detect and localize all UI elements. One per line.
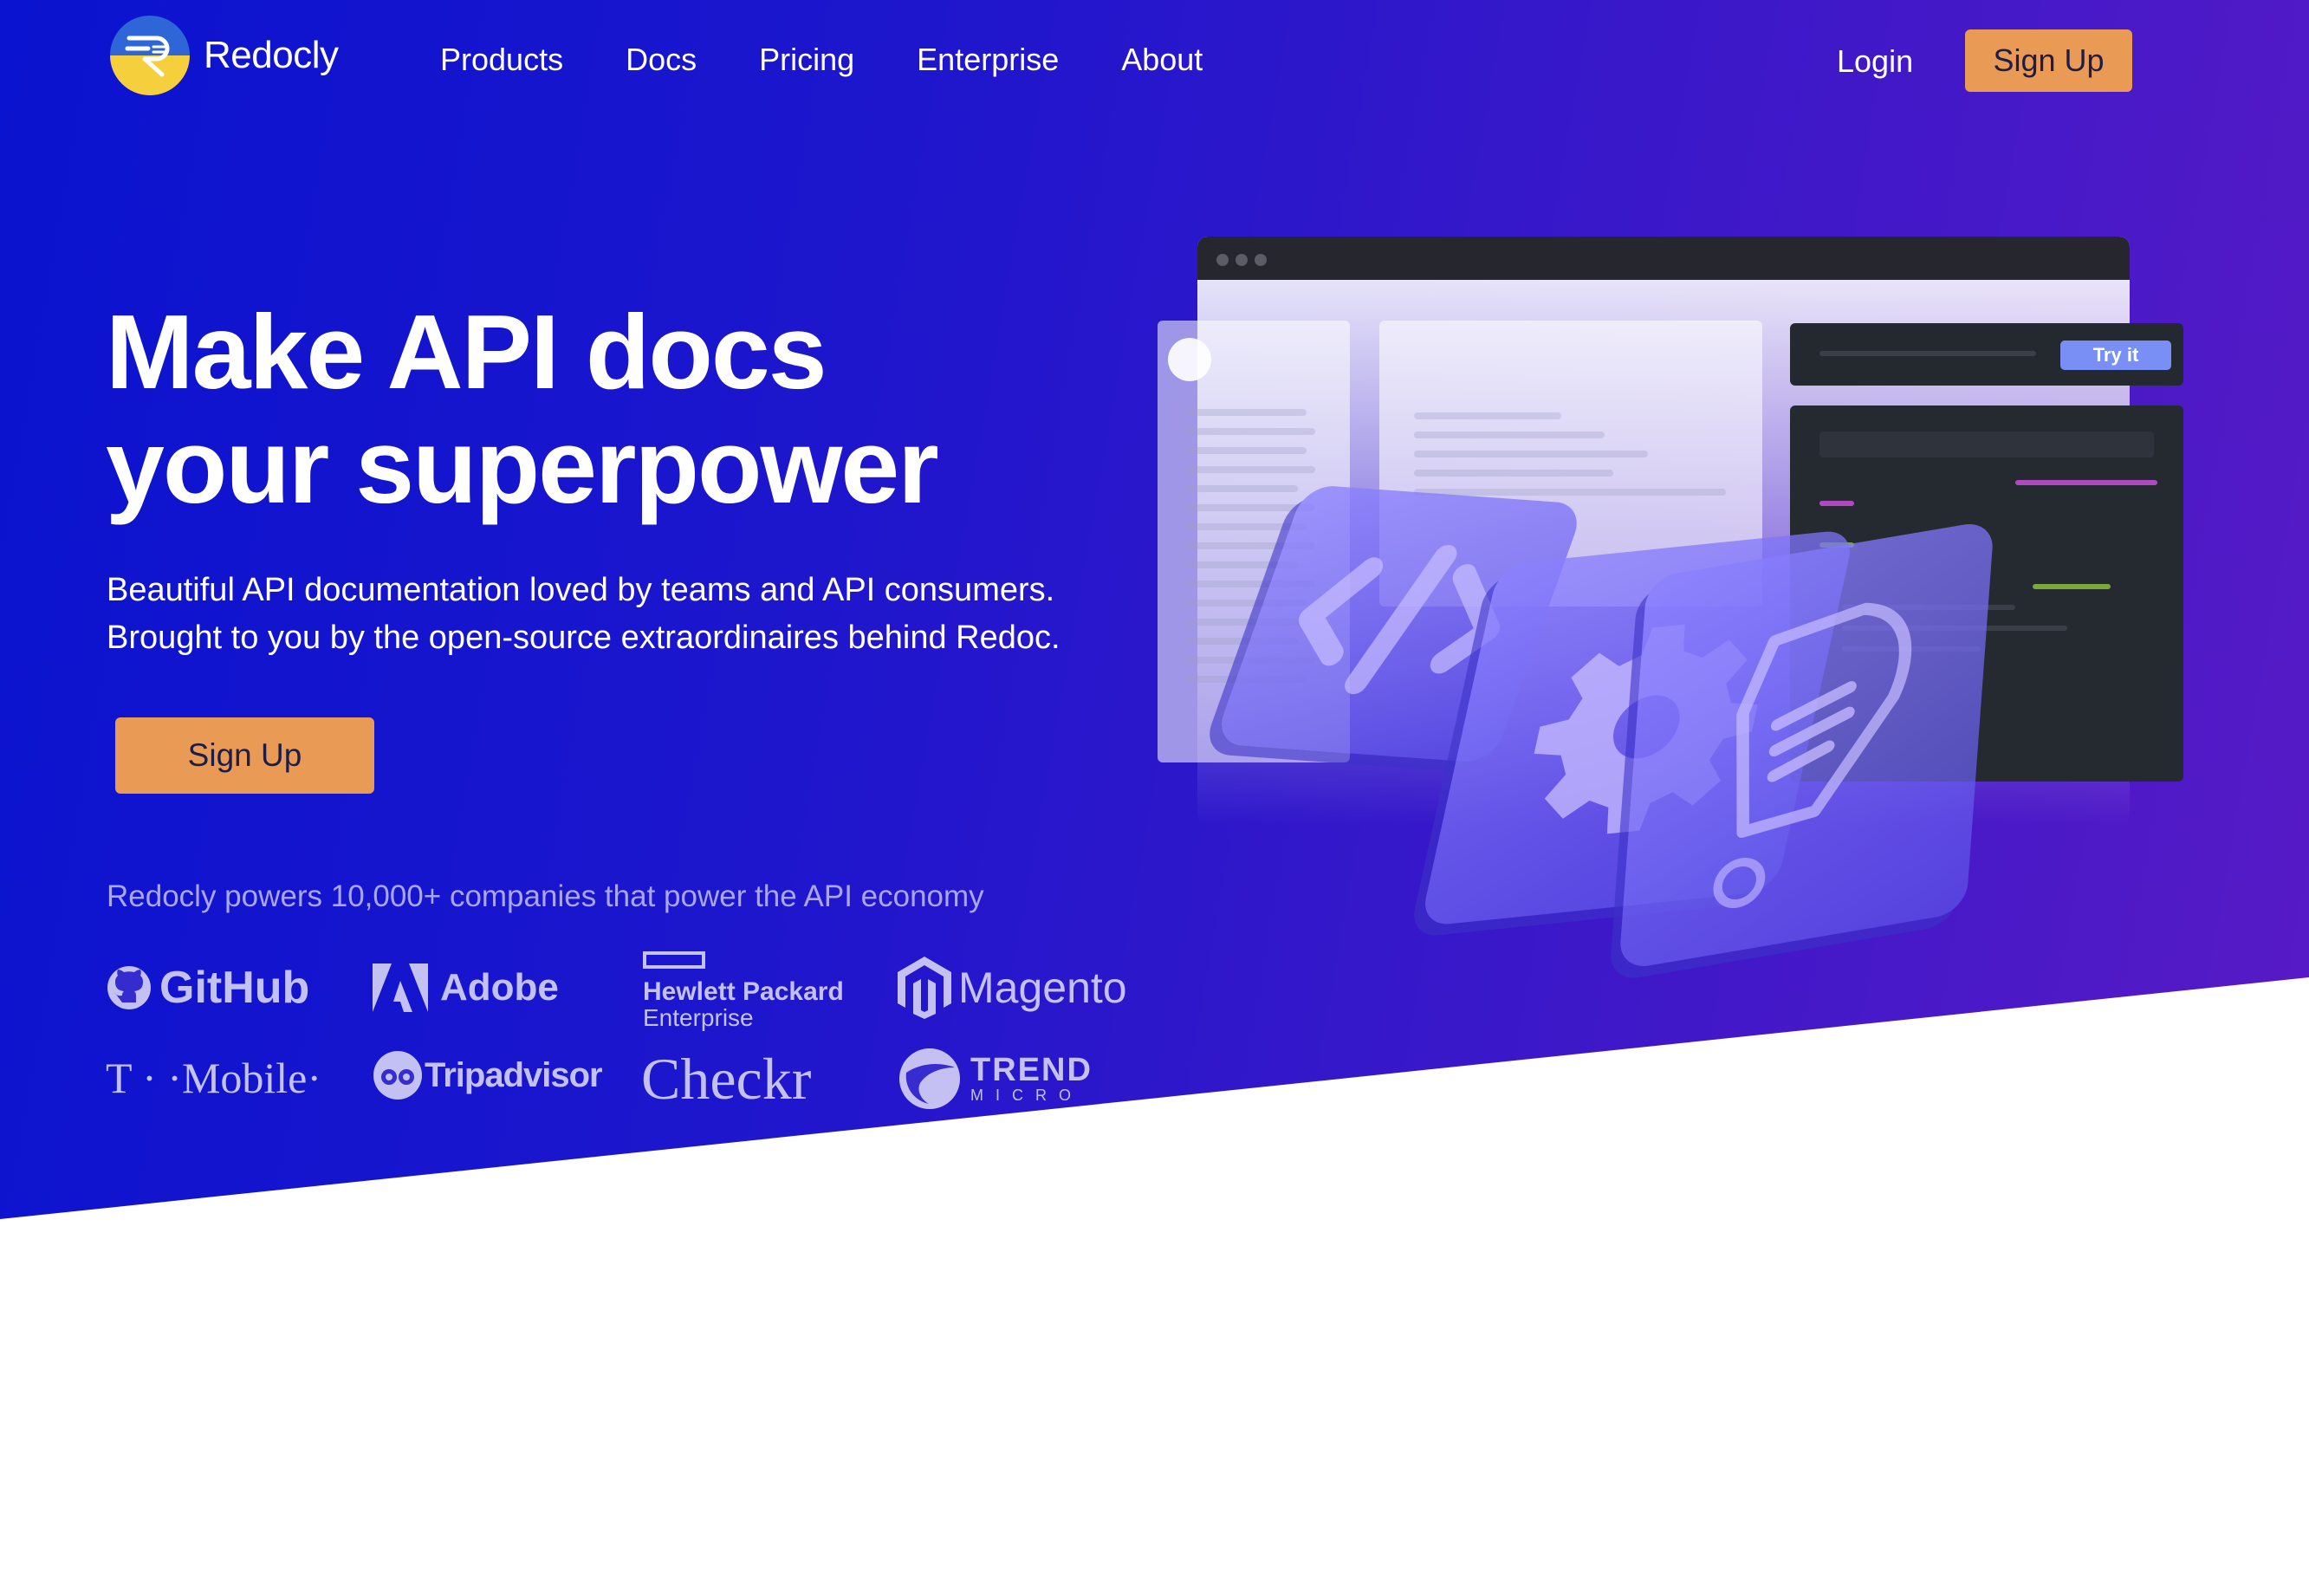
adobe-name: Adobe bbox=[440, 966, 559, 1009]
github-icon bbox=[107, 966, 151, 1009]
hpe-name: Hewlett Packard bbox=[643, 977, 844, 1006]
customers-caption: Redocly powers 10,000+ companies that po… bbox=[107, 879, 984, 913]
mock-line bbox=[1185, 485, 1298, 492]
code-line-mockup bbox=[1819, 501, 1854, 506]
mock-line bbox=[1185, 447, 1307, 454]
window-dot-icon bbox=[1236, 254, 1248, 266]
nav-signup-button[interactable]: Sign Up bbox=[1965, 29, 2132, 92]
trendmicro-logo: TREND MICRO bbox=[898, 1047, 1093, 1111]
mock-line bbox=[1185, 428, 1315, 435]
nav-docs[interactable]: Docs bbox=[626, 42, 697, 78]
mock-line bbox=[1185, 409, 1307, 416]
nav-products[interactable]: Products bbox=[440, 42, 563, 78]
subtext-line-1: Beautiful API documentation loved by tea… bbox=[107, 572, 1055, 608]
tmobile-name: T · ·Mobile· bbox=[106, 1054, 322, 1102]
headline-line-2: your superpower bbox=[106, 407, 939, 525]
magento-name: Magento bbox=[958, 963, 1127, 1012]
document-icon bbox=[1713, 602, 1912, 909]
window-dot-icon bbox=[1216, 254, 1229, 266]
checkr-name: Checkr bbox=[641, 1046, 812, 1112]
avatar-mockup bbox=[1168, 338, 1211, 381]
tripadvisor-logo: Tripadvisor bbox=[373, 1050, 603, 1100]
brand-name: Redocly bbox=[204, 34, 339, 76]
mock-line bbox=[1414, 412, 1561, 419]
trend-name: TREND bbox=[970, 1052, 1093, 1088]
request-bar-mockup: Try it bbox=[1790, 323, 2183, 386]
mock-line bbox=[1185, 523, 1307, 530]
try-it-button: Try it bbox=[2060, 341, 2171, 370]
tripadvisor-owl-icon bbox=[373, 1051, 422, 1100]
window-title-bar bbox=[1197, 237, 2130, 280]
hero-signup-button[interactable]: Sign Up bbox=[115, 717, 374, 794]
mock-line bbox=[1185, 466, 1315, 473]
hero-subtext: Beautiful API documentation loved by tea… bbox=[107, 567, 1198, 662]
adobe-logo: Adobe bbox=[373, 963, 559, 1012]
checkr-logo: Checkr bbox=[641, 1045, 811, 1113]
github-name: GitHub bbox=[159, 963, 310, 1013]
mock-line bbox=[1414, 451, 1648, 457]
login-link[interactable]: Login bbox=[1837, 43, 1913, 80]
brand-logo[interactable]: Redocly bbox=[110, 16, 339, 95]
document-card bbox=[1618, 519, 1995, 971]
hero-illustration: Try it bbox=[1152, 234, 2192, 1222]
hpe-icon bbox=[643, 951, 705, 969]
trendmicro-icon bbox=[899, 1048, 960, 1109]
hpe-sub: Enterprise bbox=[643, 1004, 754, 1031]
tripadvisor-name: Tripadvisor bbox=[425, 1055, 603, 1094]
github-logo: GitHub bbox=[106, 962, 309, 1014]
code-header-mockup bbox=[1819, 431, 2154, 457]
nav-about[interactable]: About bbox=[1121, 42, 1203, 78]
code-line-mockup bbox=[2015, 480, 2157, 485]
redocly-logo-icon bbox=[110, 16, 190, 95]
nav-pricing[interactable]: Pricing bbox=[759, 42, 854, 78]
micro-name: MICRO bbox=[970, 1087, 1083, 1104]
hero-headline: Make API docs your superpower bbox=[106, 295, 1145, 523]
code-line-mockup bbox=[2033, 584, 2111, 589]
adobe-icon bbox=[373, 963, 428, 1012]
magento-logo: Magento bbox=[898, 957, 1127, 1019]
nav-enterprise[interactable]: Enterprise bbox=[917, 42, 1059, 78]
subtext-line-2: Brought to you by the open-source extrao… bbox=[107, 620, 1060, 656]
mock-line bbox=[1819, 351, 2036, 356]
mock-line bbox=[1414, 470, 1613, 477]
top-navigation: Redocly Products Docs Pricing Enterprise… bbox=[0, 0, 2309, 121]
headline-line-1: Make API docs bbox=[106, 293, 827, 411]
hpe-logo: Hewlett Packard Enterprise bbox=[643, 951, 844, 1031]
window-dot-icon bbox=[1255, 254, 1267, 266]
mock-line bbox=[1414, 431, 1605, 438]
magento-icon bbox=[898, 957, 951, 1019]
nav-links: Products Docs Pricing Enterprise About bbox=[440, 42, 1265, 78]
tmobile-logo: T · ·Mobile· bbox=[106, 1053, 321, 1103]
